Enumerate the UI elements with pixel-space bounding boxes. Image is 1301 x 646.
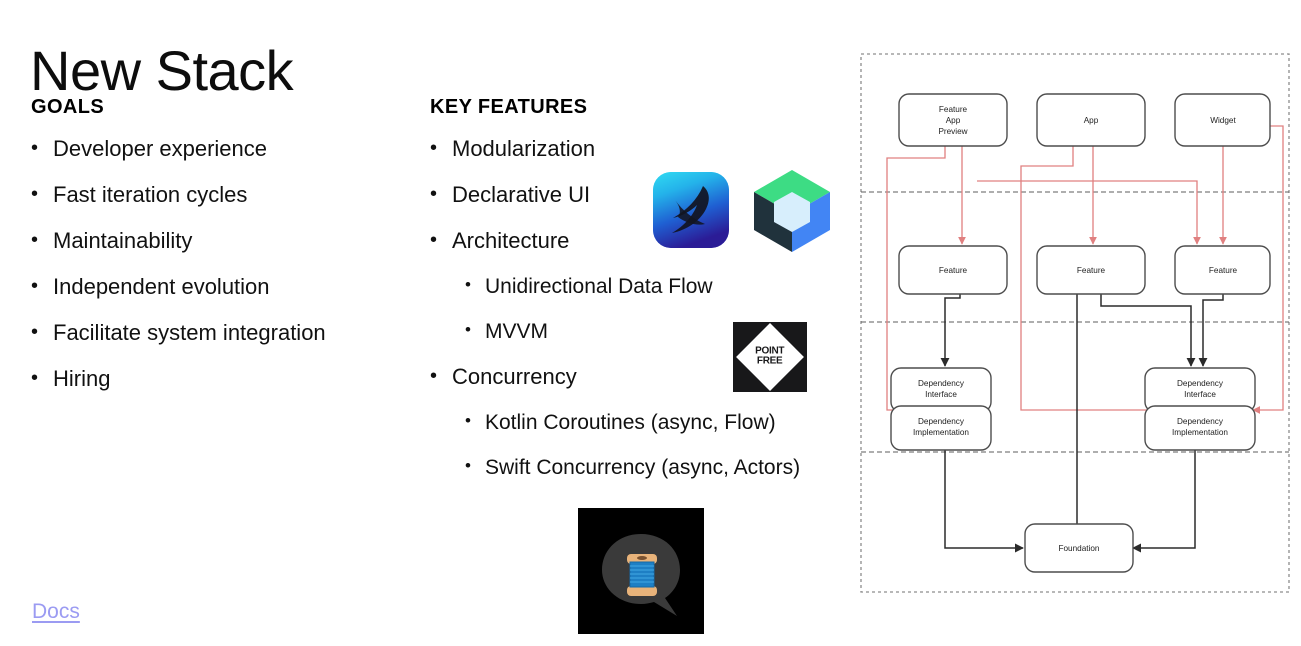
jetpack-compose-logo [750, 168, 834, 254]
bullet-icon: • [465, 320, 471, 339]
svg-text:Interface: Interface [925, 390, 957, 399]
bullet-icon: • [31, 275, 39, 297]
svg-text:Implementation: Implementation [913, 428, 969, 437]
list-item-label: MVVM [485, 320, 548, 343]
bullet-icon: • [31, 321, 39, 343]
node-app: App [1036, 93, 1146, 147]
list-item-label: Developer experience [53, 136, 268, 161]
bullet-icon: • [430, 365, 438, 387]
bullet-icon: • [465, 411, 471, 430]
bullet-icon: • [31, 137, 39, 159]
svg-text:Dependency: Dependency [918, 417, 965, 426]
node-dependency-implementation-2: Dependency Implementation [1144, 405, 1256, 451]
node-feature-1: Feature [898, 245, 1008, 295]
list-item: • Swift Concurrency (async, Actors) [430, 457, 870, 478]
list-item: • Modularization [430, 138, 870, 160]
swiftui-logo [653, 172, 729, 248]
list-item: • Kotlin Coroutines (async, Flow) [430, 412, 870, 433]
list-item-label: Concurrency [452, 364, 577, 389]
list-item-label: Hiring [53, 366, 111, 391]
bullet-icon: • [465, 456, 471, 475]
bullet-icon: • [31, 367, 39, 389]
node-feature-2: Feature [1036, 245, 1146, 295]
bullet-icon: • [430, 229, 438, 251]
svg-text:App: App [1084, 116, 1099, 125]
list-item: • Fast iteration cycles [31, 184, 411, 206]
list-item-label: Facilitate system integration [53, 320, 326, 345]
svg-text:Feature: Feature [1077, 266, 1106, 275]
svg-text:Dependency: Dependency [918, 379, 965, 388]
svg-text:Feature: Feature [1209, 266, 1238, 275]
list-item: • Facilitate system integration [31, 322, 411, 344]
bullet-icon: • [31, 229, 39, 251]
list-item: • Maintainability [31, 230, 411, 252]
bullet-icon: • [430, 137, 438, 159]
svg-text:Feature: Feature [939, 266, 968, 275]
list-item-label: Modularization [452, 136, 596, 161]
goals-list: • Developer experience • Fast iteration … [31, 138, 411, 414]
page-title: New Stack [30, 38, 294, 102]
list-item-label: Independent evolution [53, 274, 270, 299]
svg-text:App: App [946, 116, 961, 125]
key-features-heading: KEY FEATURES [430, 96, 588, 118]
point-free-diamond: POINT FREE [736, 323, 804, 391]
list-item-label: Unidirectional Data Flow [485, 275, 713, 298]
point-free-logo: POINT FREE [733, 322, 807, 392]
list-item-label: Maintainability [53, 228, 193, 253]
list-item: • Unidirectional Data Flow [430, 276, 870, 297]
svg-text:Dependency: Dependency [1177, 379, 1224, 388]
bullet-icon: • [430, 183, 438, 205]
node-dependency-implementation-1: Dependency Implementation [890, 405, 992, 451]
architecture-layers-diagram: Feature App Preview App Widget Feature F… [855, 48, 1295, 598]
node-feature-app-preview: Feature App Preview [898, 93, 1008, 147]
svg-text:Preview: Preview [938, 127, 967, 136]
svg-text:Dependency: Dependency [1177, 417, 1224, 426]
bullet-icon: • [465, 275, 471, 294]
docs-link[interactable]: Docs [32, 600, 80, 624]
list-item: • Developer experience [31, 138, 411, 160]
node-widget: Widget [1174, 93, 1271, 147]
svg-text:Foundation: Foundation [1059, 544, 1100, 553]
goals-heading: GOALS [31, 96, 105, 118]
svg-text:Interface: Interface [1184, 390, 1216, 399]
node-feature-3: Feature [1174, 245, 1271, 295]
list-item-label: Swift Concurrency (async, Actors) [485, 456, 801, 479]
point-free-label: POINT FREE [755, 346, 785, 367]
list-item: • Independent evolution [31, 276, 411, 298]
node-foundation: Foundation [1024, 523, 1134, 573]
bullet-icon: • [31, 183, 39, 205]
list-item: • Hiring [31, 368, 411, 390]
svg-text:Widget: Widget [1210, 116, 1236, 125]
kotlin-coroutines-logo [578, 508, 704, 634]
svg-text:Implementation: Implementation [1172, 428, 1228, 437]
list-item-label: Kotlin Coroutines (async, Flow) [485, 411, 776, 434]
list-item-label: Fast iteration cycles [53, 182, 248, 207]
svg-text:Feature: Feature [939, 105, 968, 114]
